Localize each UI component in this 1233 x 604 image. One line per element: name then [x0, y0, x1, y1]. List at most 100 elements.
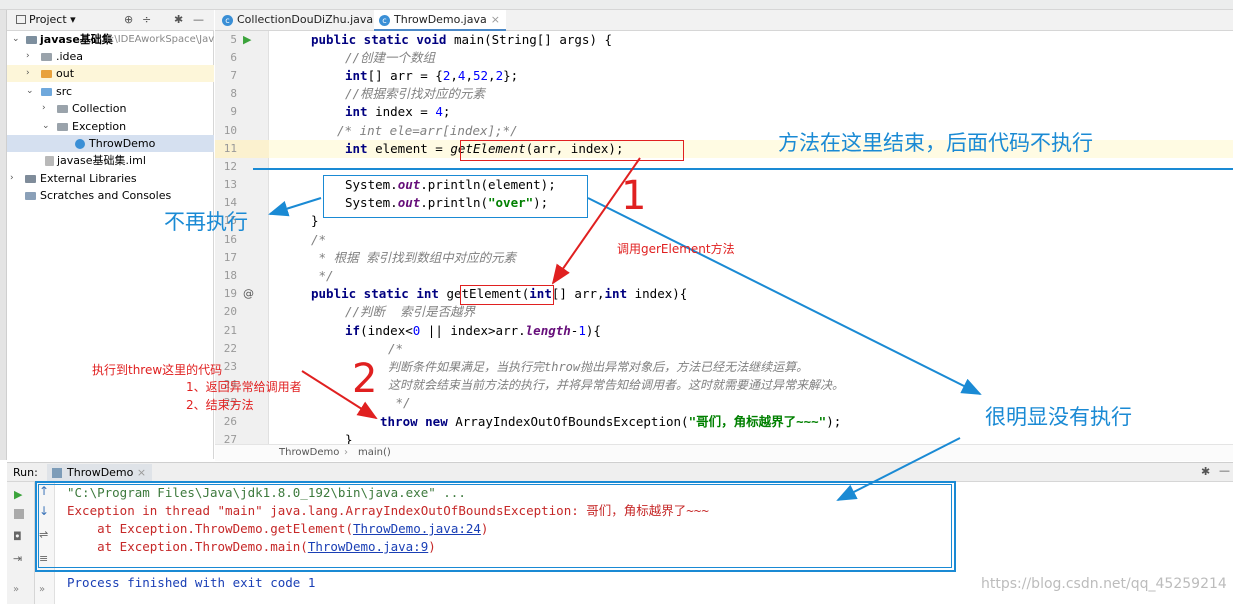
annotation-step-2: 2 — [352, 356, 378, 402]
tree-item-root[interactable]: ⌄ javase基础集 F:\IDEAworkSpace\Jav — [7, 31, 214, 48]
line-number: 20 — [223, 305, 237, 318]
line-number: 5 — [230, 33, 237, 46]
code-line-15: } — [311, 213, 319, 228]
exit-icon[interactable]: ⇥ — [13, 552, 22, 565]
breadcrumb-class[interactable]: ThrowDemo — [279, 445, 339, 461]
class-icon — [75, 139, 85, 149]
run-label: Run: — [13, 466, 38, 479]
project-view-selector[interactable]: Project ▾ — [16, 13, 76, 26]
annotation-call-getelement: 调用gerElement方法 — [617, 242, 735, 256]
run-gutter-icon[interactable]: ▶ — [243, 33, 251, 46]
camera-icon[interactable]: ◘ — [13, 530, 22, 543]
left-tool-strip[interactable] — [0, 10, 7, 460]
annotation-throw-reached: 执行到threw这里的代码 — [92, 363, 223, 377]
line-number: 8 — [230, 87, 237, 100]
tree-item-src[interactable]: ⌄ src — [7, 83, 214, 100]
folder-icon — [41, 53, 52, 61]
code-line-21: if(index<0 || index>arr.length-1){ — [345, 323, 601, 338]
code-line-20: //判断 索引是否越界 — [345, 304, 476, 319]
line-number: 7 — [230, 69, 237, 82]
tab-collectiondoudizhu[interactable]: cCollectionDouDiZhu.java× — [217, 10, 392, 31]
project-icon — [16, 15, 26, 24]
not-executed-box — [323, 175, 588, 218]
source-folder-icon — [41, 88, 52, 96]
tree-item-collection[interactable]: › Collection — [7, 100, 214, 117]
breadcrumb: ThrowDemo › main() — [215, 444, 1233, 461]
hide-icon[interactable]: — — [193, 13, 204, 26]
close-icon[interactable]: × — [137, 466, 146, 479]
ide-window: { "tabs": [ {"label": "CollectionDouDiZh… — [0, 0, 1233, 604]
code-line-7: int[] arr = {2,4,52,2}; — [345, 68, 519, 83]
override-gutter-icon[interactable]: @ — [243, 287, 254, 300]
line-number: 22 — [223, 342, 237, 355]
line-number: 10 — [223, 124, 237, 137]
gear-icon[interactable]: ✱ — [1201, 465, 1210, 478]
code-line-23: 判断条件如果满足，当执行完throw抛出异常对象后，方法已经无法继续运算。 — [388, 360, 809, 374]
annotation-step-1: 1 — [621, 173, 647, 219]
stop-icon[interactable] — [14, 509, 24, 519]
file-icon — [45, 156, 54, 166]
code-line-8: //根据索引找对应的元素 — [345, 86, 486, 101]
breadcrumb-method[interactable]: main() — [358, 445, 391, 461]
code-line-24: 这时就会结束当前方法的执行，并将异常告知给调用者。这时就需要通过异常来解决。 — [388, 378, 845, 392]
tree-item-throwdemo[interactable]: ThrowDemo — [7, 135, 214, 152]
code-line-18: */ — [311, 268, 334, 283]
code-line-25: */ — [388, 395, 411, 410]
tree-item-idea[interactable]: › .idea — [7, 48, 214, 65]
collapse-icon[interactable]: ÷ — [142, 13, 151, 26]
annotation-step-return: 1、返回异常给调用者 — [186, 380, 302, 394]
code-line-16: /* — [311, 232, 327, 247]
code-line-6: //创建一个数组 — [345, 50, 436, 65]
line-number: 19 — [223, 287, 237, 300]
line-number: 12 — [223, 160, 237, 173]
tree-item-exception[interactable]: ⌄ Exception — [7, 118, 214, 135]
console-line-exit: Process finished with exit code 1 — [67, 575, 316, 590]
annotation-method-ends: 方法在这里结束，后面代码不执行 — [778, 131, 1093, 155]
line-number: 18 — [223, 269, 237, 282]
run-panel-header: Run: ThrowDemo × ✱ — — [7, 462, 1233, 482]
line-number: 13 — [223, 178, 237, 191]
line-number: 27 — [223, 433, 237, 444]
package-icon — [57, 123, 68, 131]
watermark: https://blog.csdn.net/qq_45259214 — [981, 576, 1227, 592]
library-icon — [25, 175, 36, 183]
class-icon: c — [222, 15, 233, 26]
tree-item-iml[interactable]: javase基础集.iml — [7, 152, 214, 169]
code-line-27: } — [345, 432, 353, 444]
rerun-icon[interactable]: ▶ — [14, 488, 22, 501]
line-number: 26 — [223, 415, 237, 428]
more-icon[interactable]: » — [39, 584, 45, 595]
run-config-icon — [52, 468, 62, 478]
annotation-clearly-not: 很明显没有执行 — [985, 405, 1132, 429]
line-number: 11 — [223, 142, 237, 155]
line-number: 17 — [223, 251, 237, 264]
scratches-icon — [25, 192, 36, 200]
tree-item-out[interactable]: › out — [7, 65, 214, 82]
method-name-highlight-box — [460, 285, 554, 305]
title-strip — [0, 0, 1233, 10]
class-icon: c — [379, 15, 390, 26]
code-line-26: throw new ArrayIndexOutOfBoundsException… — [380, 414, 842, 429]
console-highlight-box-inner — [38, 484, 952, 568]
hide-icon[interactable]: — — [1219, 464, 1230, 477]
code-line-10: /* int ele=arr[index];*/ — [337, 123, 518, 138]
call-highlight-box — [460, 140, 684, 161]
run-toolbar-left: ▶ ◘ ⇥ » — [7, 482, 35, 604]
more-icon[interactable]: » — [13, 584, 19, 595]
tree-item-external-libraries[interactable]: › External Libraries — [7, 170, 214, 187]
folder-icon — [41, 70, 52, 78]
close-icon[interactable]: × — [491, 13, 500, 26]
run-tab-throwdemo[interactable]: ThrowDemo × — [47, 464, 153, 482]
package-icon — [57, 105, 68, 113]
target-icon[interactable]: ⊕ — [124, 13, 133, 26]
tree-item-scratches[interactable]: Scratches and Consoles — [7, 187, 214, 204]
line-number: 6 — [230, 51, 237, 64]
code-line-5: public static void main(String[] args) { — [311, 32, 613, 47]
code-line-9: int index = 4; — [345, 104, 451, 119]
code-line-17: * 根据 索引找到数组中对应的元素 — [311, 250, 517, 265]
tab-throwdemo[interactable]: c ThrowDemo.java × — [374, 10, 506, 31]
project-panel-header[interactable]: Project ▾ ⊕ ÷ ✱ — — [7, 10, 214, 31]
code-line-22: /* — [388, 341, 404, 356]
annotation-no-longer-executed: 不再执行 — [164, 210, 248, 234]
gear-icon[interactable]: ✱ — [174, 13, 183, 26]
